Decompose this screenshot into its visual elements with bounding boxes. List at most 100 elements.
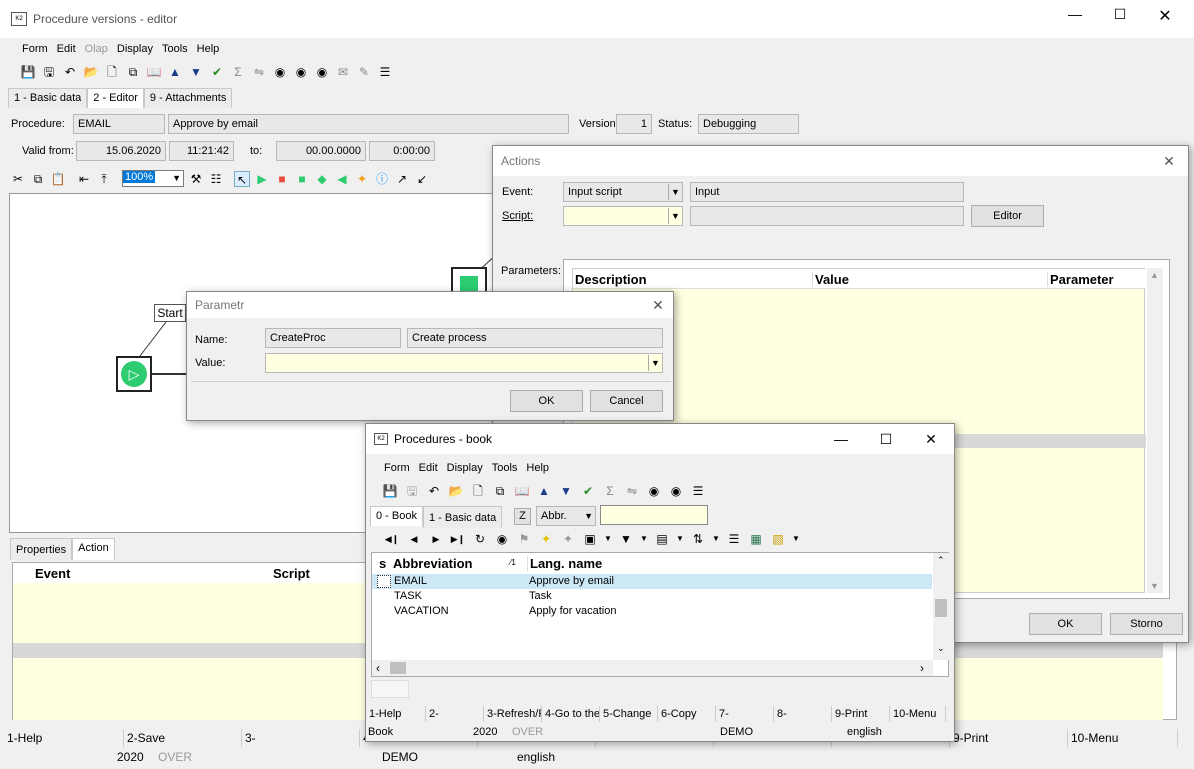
edit-list-icon[interactable]: ✎ <box>356 64 372 80</box>
tools-icon[interactable]: ⚒ <box>188 171 204 187</box>
fkey-3[interactable]: 3- <box>242 729 360 747</box>
book-hscrollbar[interactable]: ‹ › <box>372 660 933 676</box>
chevron-down-icon[interactable]: ▼ <box>676 531 684 547</box>
procedure-code-field[interactable]: EMAIL <box>73 114 165 134</box>
menu-lines-icon[interactable]: ☰ <box>690 483 706 499</box>
tab-editor[interactable]: 2 - Editor <box>87 88 144 108</box>
book-search-input[interactable] <box>600 505 708 525</box>
start-node-icon[interactable]: ▶ <box>254 171 270 187</box>
table-row[interactable]: VACATION Apply for vacation <box>372 604 932 619</box>
decision-node-icon[interactable]: ◆ <box>314 171 330 187</box>
copy-icon[interactable]: ⧉ <box>30 171 46 187</box>
filter-icon[interactable]: ▼ <box>618 531 634 547</box>
search-icon[interactable]: ◉ <box>494 531 510 547</box>
binoculars-icon[interactable]: ◉ <box>272 64 288 80</box>
book-menu-tools[interactable]: Tools <box>492 462 518 474</box>
event-select[interactable]: Input script ▼ <box>563 182 683 202</box>
h-scroll-thumb[interactable] <box>390 662 406 674</box>
sum-icon[interactable]: Σ <box>230 64 246 80</box>
event-node-icon[interactable]: ✦ <box>354 171 370 187</box>
tab-basic-data[interactable]: 1 - Basic data <box>8 88 88 108</box>
refresh-icon[interactable]: ↻ <box>472 531 488 547</box>
email-icon[interactable]: ✉ <box>335 64 351 80</box>
book-fkey-3[interactable]: 3-Refresh/F <box>484 706 542 722</box>
prev-record-icon[interactable]: ◀ <box>406 531 422 547</box>
new-document-icon[interactable]: 🗋 <box>104 64 120 80</box>
table-row[interactable]: TASK Task <box>372 589 932 604</box>
star-mark-icon[interactable]: ✦ <box>538 531 554 547</box>
book-icon[interactable]: 📖 <box>146 64 162 80</box>
column-select-icon[interactable]: ▤ <box>654 531 670 547</box>
last-record-icon[interactable]: ▶❙ <box>450 531 466 547</box>
editor-button[interactable]: Editor <box>971 205 1044 227</box>
col-script[interactable]: Script <box>273 566 310 581</box>
book-fkey-1[interactable]: 1-Help <box>366 706 426 722</box>
save-exit-icon[interactable]: 🖫 <box>404 483 420 499</box>
zoom-select[interactable]: 100% ▼ <box>122 170 184 187</box>
row-selector[interactable] <box>377 575 391 588</box>
book-minimize-button[interactable]: — <box>818 424 864 454</box>
book-fkey-9[interactable]: 9-Print <box>832 706 890 722</box>
arrow-ne-icon[interactable]: ↗ <box>394 171 410 187</box>
sort-az-icon[interactable]: ⇅ <box>690 531 706 547</box>
copy-document-icon[interactable]: ⧉ <box>125 64 141 80</box>
col-event[interactable]: Event <box>35 566 70 581</box>
menu-help[interactable]: Help <box>197 43 220 55</box>
report-icon[interactable]: ▧ <box>770 531 786 547</box>
value-select[interactable]: ▼ <box>265 353 663 373</box>
save-exit-icon[interactable]: 🖫 <box>41 64 57 80</box>
paste-icon[interactable]: 📋 <box>50 171 66 187</box>
book-fkey-10[interactable]: 10-Menu <box>890 706 946 722</box>
save-icon[interactable]: 💾 <box>382 483 398 499</box>
tab-properties[interactable]: Properties <box>10 538 73 560</box>
col-abbreviation[interactable]: Abbreviation <box>393 556 472 571</box>
filter-check-icon[interactable]: ✔ <box>209 64 225 80</box>
book-menu-edit[interactable]: Edit <box>419 462 438 474</box>
to-date-field[interactable]: 00.00.0000 <box>276 141 366 161</box>
binoculars-icon[interactable]: ◉ <box>646 483 662 499</box>
status-field[interactable]: Debugging <box>698 114 799 134</box>
book-menu-form[interactable]: Form <box>384 462 410 474</box>
menu-display[interactable]: Display <box>117 43 153 55</box>
fkey-1[interactable]: 1-Help <box>4 729 124 747</box>
scroll-down-icon[interactable]: ⌄ <box>937 643 945 654</box>
return-node-icon[interactable]: ◀ <box>334 171 350 187</box>
book-tab-basic-data[interactable]: 1 - Basic data <box>422 506 503 528</box>
book-fkey-2[interactable]: 2- <box>426 706 484 722</box>
book-menu-help[interactable]: Help <box>526 462 549 474</box>
script-desc-field[interactable] <box>690 206 964 226</box>
minimize-button[interactable]: — <box>1060 6 1090 22</box>
tab-action[interactable]: Action <box>72 538 115 560</box>
name-desc-field[interactable]: Create process <box>407 328 663 348</box>
cut-icon[interactable]: ✂ <box>10 171 26 187</box>
arrow-sw-icon[interactable]: ↙ <box>414 171 430 187</box>
next-record-icon[interactable]: ▶ <box>428 531 444 547</box>
book-fkey-4[interactable]: 4-Go to the <box>542 706 600 722</box>
parametr-cancel-button[interactable]: Cancel <box>590 390 663 412</box>
camera-icon[interactable]: ▣ <box>582 531 598 547</box>
maximize-button[interactable]: ☐ <box>1105 6 1135 23</box>
scroll-thumb[interactable] <box>935 599 947 617</box>
procedure-name-field[interactable]: Approve by email <box>168 114 569 134</box>
find-next-icon[interactable]: ◉ <box>293 64 309 80</box>
excel-icon[interactable]: ▦ <box>748 531 764 547</box>
fkey-2[interactable]: 2-Save <box>124 729 242 747</box>
table-row[interactable]: EMAIL Approve by email <box>372 574 932 589</box>
book-vscrollbar[interactable]: ⌃ ⌄ <box>933 553 949 660</box>
book-fkey-7[interactable]: 7- <box>716 706 774 722</box>
sort-icon[interactable]: ⇋ <box>624 483 640 499</box>
actions-close-button[interactable]: ✕ <box>1149 146 1189 176</box>
list-icon[interactable]: ☰ <box>726 531 742 547</box>
actions-storno-button[interactable]: Storno <box>1110 613 1183 635</box>
book-fkey-8[interactable]: 8- <box>774 706 832 722</box>
col-lang-name[interactable]: Lang. name <box>527 556 602 571</box>
layout-icon[interactable]: ☷ <box>208 171 224 187</box>
start-node[interactable]: ▷ <box>116 356 152 392</box>
stop-node-icon[interactable]: ■ <box>274 171 290 187</box>
menu-form[interactable]: Form <box>22 43 48 55</box>
valid-from-date-field[interactable]: 15.06.2020 <box>76 141 166 161</box>
arrow-up-icon[interactable]: ▲ <box>167 64 183 80</box>
find-next-icon[interactable]: ◉ <box>668 483 684 499</box>
z-button[interactable]: Z <box>514 508 531 525</box>
book-close-button[interactable]: ✕ <box>908 424 954 454</box>
